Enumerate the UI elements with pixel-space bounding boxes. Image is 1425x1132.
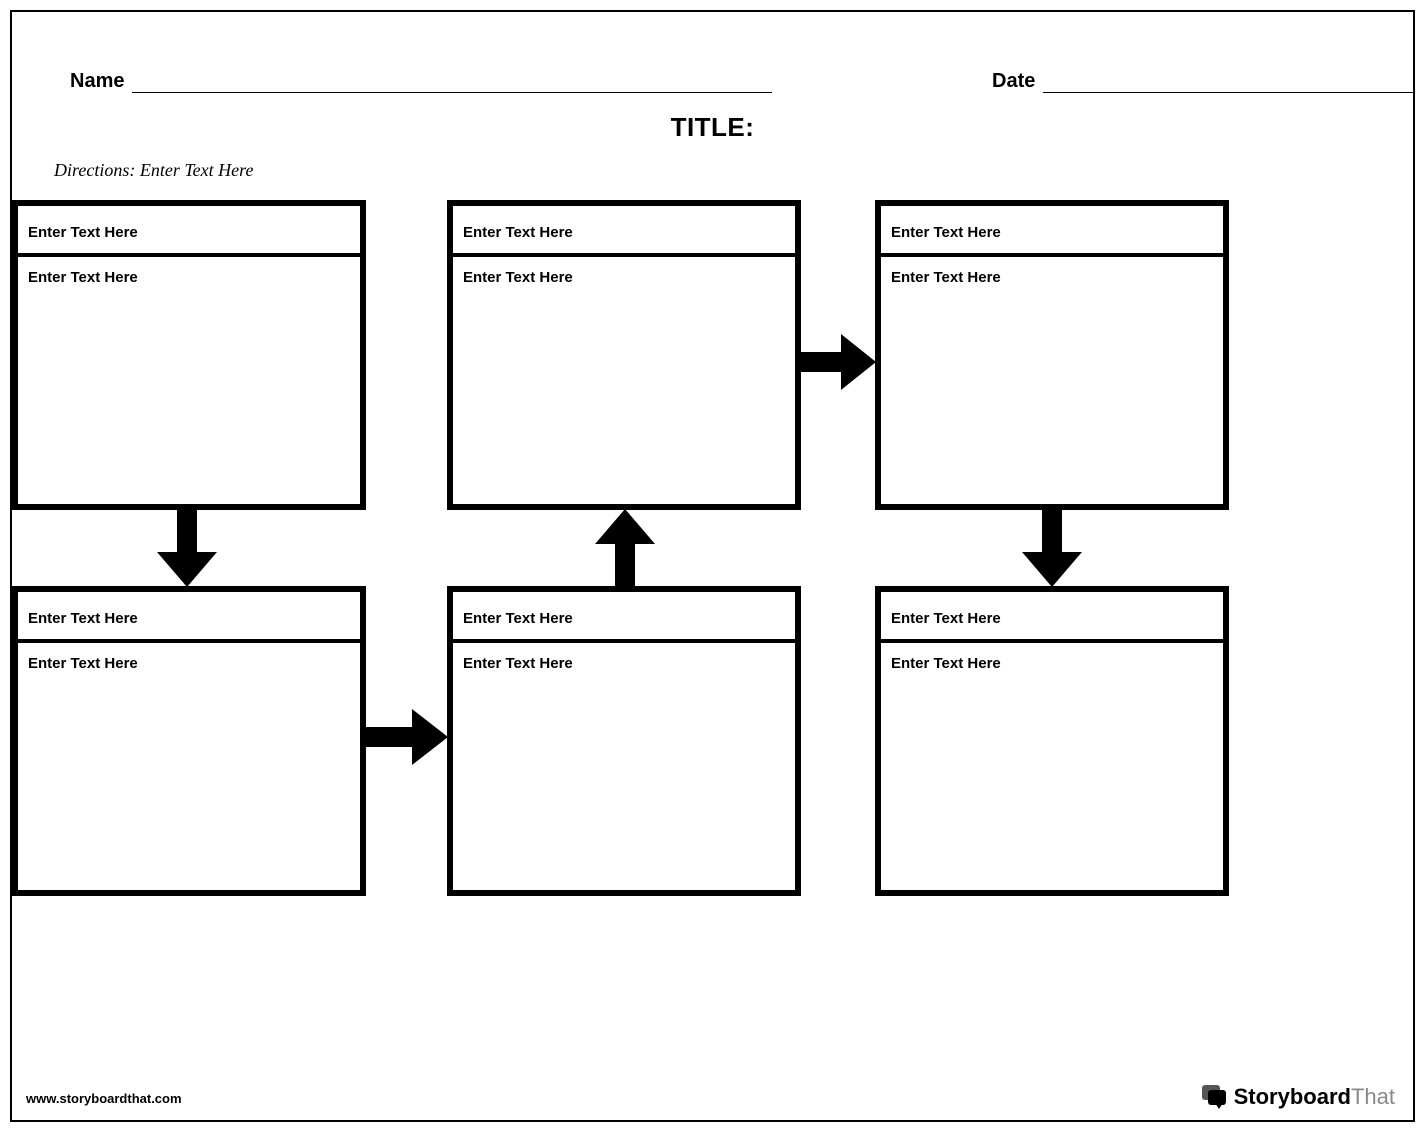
flow-box-4-title[interactable]: Enter Text Here — [18, 592, 360, 643]
flow-box-2[interactable]: Enter Text Here Enter Text Here — [447, 200, 801, 510]
date-field: Date — [992, 70, 1413, 93]
flow-box-1-title[interactable]: Enter Text Here — [18, 206, 360, 257]
footer-logo: StoryboardThat — [1202, 1084, 1395, 1110]
flow-box-4[interactable]: Enter Text Here Enter Text Here — [12, 586, 366, 896]
directions-text: Directions: Enter Text Here — [54, 160, 253, 181]
arrow-down-icon — [1017, 507, 1087, 589]
name-field: Name — [70, 70, 772, 93]
arrow-right-icon — [799, 332, 877, 392]
directions-prefix: Directions: — [54, 160, 135, 180]
flow-box-2-title[interactable]: Enter Text Here — [453, 206, 795, 257]
logo-text: StoryboardThat — [1234, 1084, 1395, 1110]
flow-box-3[interactable]: Enter Text Here Enter Text Here — [875, 200, 1229, 510]
arrow-right-icon — [364, 707, 449, 767]
flow-box-1[interactable]: Enter Text Here Enter Text Here — [12, 200, 366, 510]
flow-box-6[interactable]: Enter Text Here Enter Text Here — [875, 586, 1229, 896]
arrow-down-icon — [152, 507, 222, 589]
flow-box-6-title[interactable]: Enter Text Here — [881, 592, 1223, 643]
flow-box-4-body[interactable]: Enter Text Here — [18, 643, 360, 684]
flow-box-6-body[interactable]: Enter Text Here — [881, 643, 1223, 684]
name-input-line[interactable] — [132, 75, 772, 93]
flow-box-5[interactable]: Enter Text Here Enter Text Here — [447, 586, 801, 896]
flow-box-1-body[interactable]: Enter Text Here — [18, 257, 360, 298]
logo-text-light: That — [1351, 1084, 1395, 1109]
worksheet-page: Name Date TITLE: Directions: Enter Text … — [10, 10, 1415, 1122]
flow-box-3-title[interactable]: Enter Text Here — [881, 206, 1223, 257]
date-label: Date — [992, 70, 1043, 93]
logo-text-bold: Storyboard — [1234, 1084, 1351, 1109]
flow-box-5-title[interactable]: Enter Text Here — [453, 592, 795, 643]
speech-bubble-icon — [1202, 1085, 1228, 1109]
flow-box-3-body[interactable]: Enter Text Here — [881, 257, 1223, 298]
flow-box-5-body[interactable]: Enter Text Here — [453, 643, 795, 684]
name-label: Name — [70, 70, 132, 93]
date-input-line[interactable] — [1043, 75, 1413, 93]
flow-box-2-body[interactable]: Enter Text Here — [453, 257, 795, 298]
directions-value: Enter Text Here — [140, 160, 254, 180]
page-title: TITLE: — [12, 112, 1413, 143]
footer-url: www.storyboardthat.com — [26, 1091, 182, 1106]
arrow-up-icon — [590, 507, 660, 589]
